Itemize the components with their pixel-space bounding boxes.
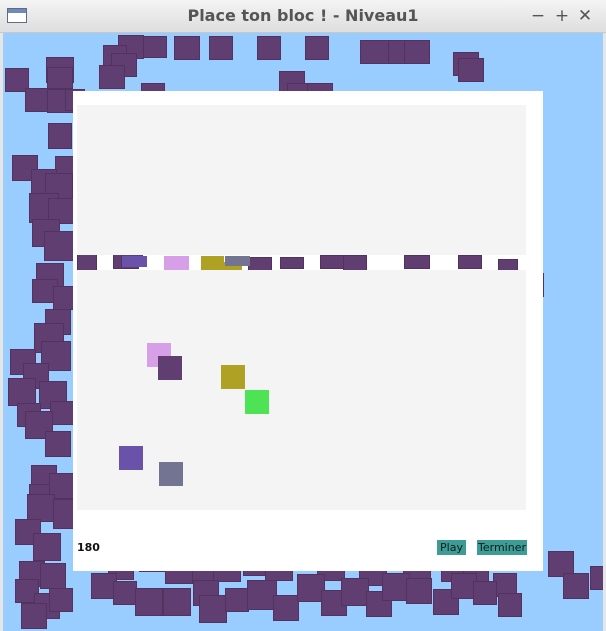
background-block	[225, 588, 249, 612]
gray-block[interactable]	[159, 462, 183, 486]
background-block	[163, 588, 191, 616]
bottom-board-panel	[77, 270, 526, 510]
background-block	[563, 573, 589, 599]
titlebar: Place ton bloc ! - Niveau1 − + ✕	[0, 0, 606, 33]
background-block	[458, 255, 482, 269]
game-scene[interactable]: 180 Play Terminer	[3, 33, 603, 631]
strip-block-gray	[225, 256, 250, 266]
background-block	[360, 40, 390, 64]
strip-block-blue	[122, 256, 147, 267]
purple-block[interactable]	[158, 356, 182, 380]
green-block[interactable]	[245, 390, 269, 414]
background-block	[50, 401, 74, 425]
background-block	[590, 566, 603, 590]
background-block	[341, 578, 369, 606]
background-block	[273, 595, 299, 621]
background-block	[27, 494, 55, 522]
background-block	[280, 257, 304, 269]
background-block	[199, 595, 227, 623]
background-block	[458, 58, 484, 82]
olive-block[interactable]	[221, 365, 245, 389]
background-block	[343, 255, 367, 271]
background-block	[209, 36, 233, 60]
background-block	[406, 578, 432, 604]
background-block	[40, 563, 66, 589]
background-block	[248, 257, 272, 271]
background-block	[473, 581, 497, 605]
background-block	[257, 36, 281, 60]
background-block	[498, 593, 522, 617]
background-block	[174, 36, 200, 60]
strip-block-pink	[164, 256, 189, 270]
top-preview-panel	[77, 105, 526, 255]
background-block	[45, 431, 71, 457]
finish-button[interactable]: Terminer	[477, 540, 527, 555]
play-button[interactable]: Play	[437, 540, 466, 555]
background-block	[47, 67, 73, 89]
background-block	[135, 588, 163, 616]
background-block	[113, 581, 137, 605]
background-block	[404, 255, 430, 269]
background-block	[143, 36, 167, 58]
background-block	[49, 588, 73, 612]
minimize-button[interactable]: −	[527, 5, 549, 27]
score-label: 180	[77, 541, 100, 554]
blue-block[interactable]	[119, 446, 143, 470]
window-title: Place ton bloc ! - Niveau1	[187, 6, 419, 25]
background-block	[33, 533, 61, 561]
background-block	[48, 123, 72, 149]
background-block	[404, 40, 430, 64]
background-block	[44, 231, 74, 261]
close-button[interactable]: ✕	[574, 5, 596, 27]
maximize-button[interactable]: +	[551, 5, 573, 27]
background-block	[21, 603, 47, 629]
background-block	[305, 36, 329, 60]
background-block	[8, 378, 36, 406]
background-block	[99, 65, 125, 89]
